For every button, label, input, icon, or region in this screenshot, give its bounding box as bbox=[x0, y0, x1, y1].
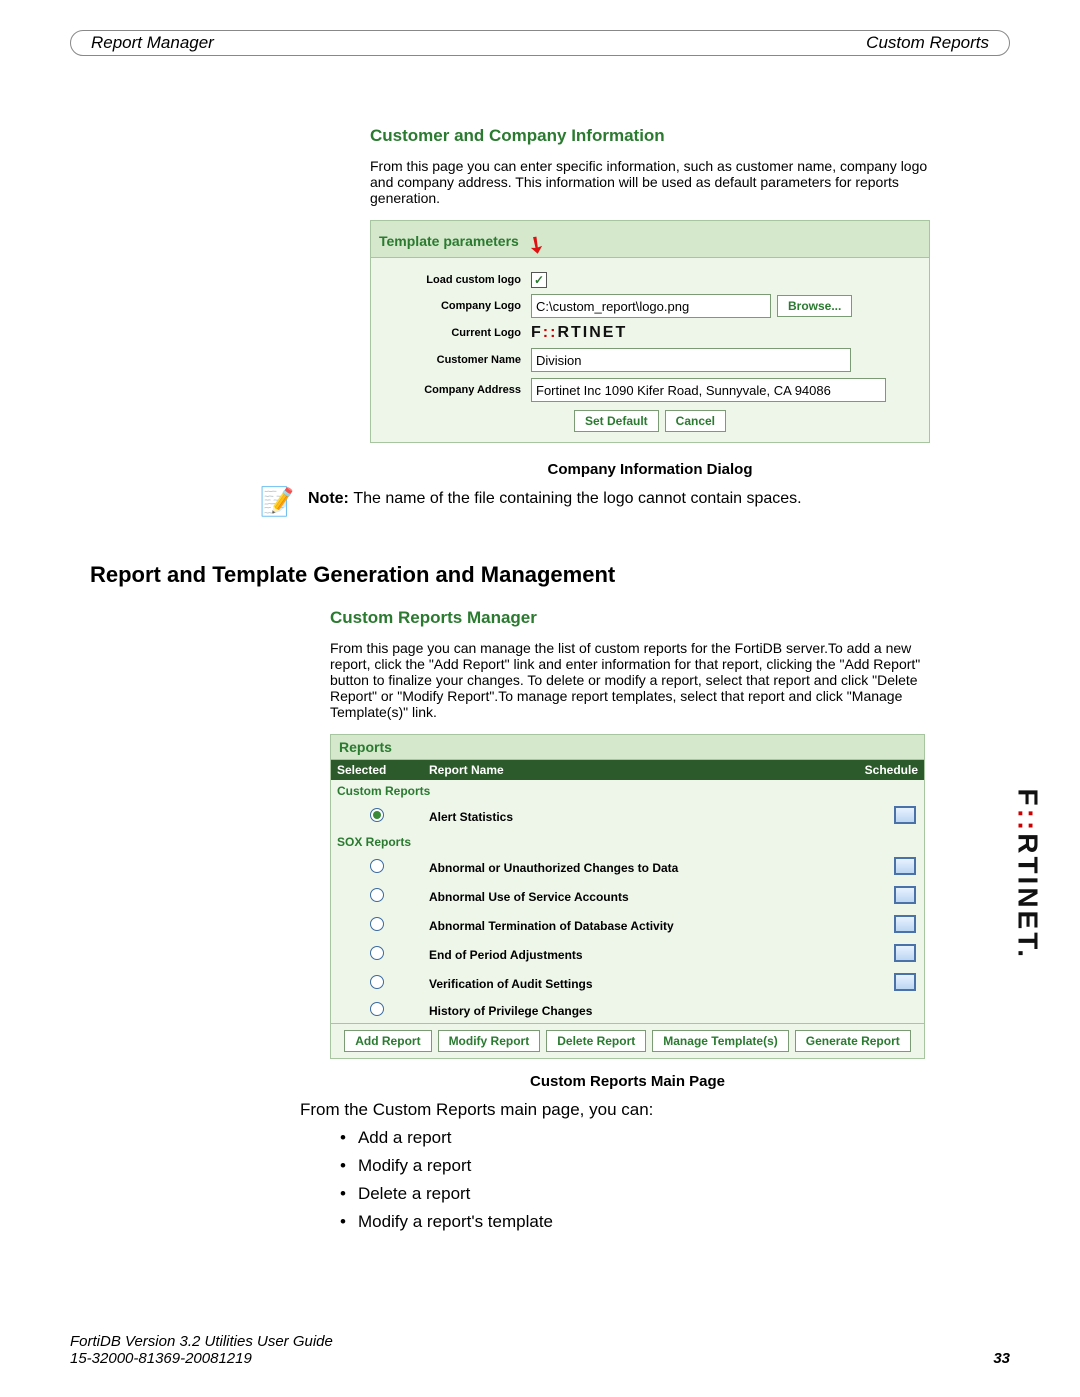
lead-text: From the Custom Reports main page, you c… bbox=[300, 1100, 1020, 1120]
company-info-panel: Customer and Company Information From th… bbox=[370, 126, 930, 478]
table-header-row: Selected Report Name Schedule bbox=[331, 760, 924, 780]
reports-box: Reports Selected Report Name Schedule Cu… bbox=[330, 734, 925, 1059]
reports-table: Selected Report Name Schedule Custom Rep… bbox=[331, 760, 924, 1023]
schedule-icon[interactable] bbox=[894, 915, 916, 933]
report-name-cell: Alert Statistics bbox=[423, 802, 840, 831]
report-name-cell: End of Period Adjustments bbox=[423, 940, 840, 969]
footer-line1: FortiDB Version 3.2 Utilities User Guide bbox=[70, 1333, 1010, 1350]
table-row: End of Period Adjustments bbox=[331, 940, 924, 969]
schedule-icon[interactable] bbox=[894, 886, 916, 904]
note-icon: 📝 bbox=[260, 484, 294, 518]
bullet-list: Add a report Modify a report Delete a re… bbox=[320, 1128, 1020, 1232]
delete-report-button[interactable]: Delete Report bbox=[546, 1030, 646, 1052]
report-name-cell: History of Privilege Changes bbox=[423, 998, 840, 1023]
table-row: Alert Statistics bbox=[331, 802, 924, 831]
table-row: History of Privilege Changes bbox=[331, 998, 924, 1023]
note-row: 📝 Note: The name of the file containing … bbox=[260, 490, 950, 518]
col-report-name: Report Name bbox=[423, 760, 840, 780]
report-name-cell: Abnormal Use of Service Accounts bbox=[423, 882, 840, 911]
company-info-title: Customer and Company Information bbox=[370, 126, 930, 146]
header-left: Report Manager bbox=[91, 33, 214, 53]
company-logo-input[interactable] bbox=[531, 294, 771, 318]
group-sox-reports: SOX Reports bbox=[331, 831, 924, 853]
footer-line2: 15-32000-81369-20081219 bbox=[70, 1350, 1010, 1367]
modify-report-button[interactable]: Modify Report bbox=[438, 1030, 541, 1052]
schedule-icon[interactable] bbox=[894, 806, 916, 824]
reports-box-header: Reports bbox=[331, 735, 924, 760]
report-radio[interactable] bbox=[370, 808, 384, 822]
report-name-cell: Verification of Audit Settings bbox=[423, 969, 840, 998]
custom-reports-title: Custom Reports Manager bbox=[330, 608, 925, 628]
page-header: Report Manager Custom Reports bbox=[70, 30, 1010, 56]
load-logo-checkbox[interactable]: ✓ bbox=[531, 272, 547, 288]
company-logo-label: Company Logo bbox=[381, 300, 531, 312]
page-footer: FortiDB Version 3.2 Utilities User Guide… bbox=[70, 1333, 1010, 1367]
custom-reports-panel: Custom Reports Manager From this page yo… bbox=[330, 608, 925, 1090]
group-custom-reports: Custom Reports bbox=[331, 780, 924, 802]
fortinet-logo-icon: F::RTINET bbox=[531, 324, 627, 342]
col-selected: Selected bbox=[331, 760, 423, 780]
report-radio[interactable] bbox=[370, 975, 384, 989]
col-schedule: Schedule bbox=[840, 760, 924, 780]
cancel-button[interactable]: Cancel bbox=[665, 410, 726, 432]
company-address-input[interactable] bbox=[531, 378, 886, 402]
generate-report-button[interactable]: Generate Report bbox=[795, 1030, 911, 1052]
callout-arrow-icon: ➘ bbox=[521, 229, 551, 261]
report-radio[interactable] bbox=[370, 1002, 384, 1016]
load-logo-label: Load custom logo bbox=[381, 274, 531, 286]
current-logo-label: Current Logo bbox=[381, 327, 531, 339]
schedule-icon[interactable] bbox=[894, 944, 916, 962]
fortinet-side-logo: F::RTINET. bbox=[1012, 788, 1044, 960]
set-default-button[interactable]: Set Default bbox=[574, 410, 659, 432]
page-number: 33 bbox=[993, 1350, 1010, 1367]
add-report-button[interactable]: Add Report bbox=[344, 1030, 431, 1052]
report-radio[interactable] bbox=[370, 859, 384, 873]
schedule-icon[interactable] bbox=[894, 973, 916, 991]
company-address-label: Company Address bbox=[381, 384, 531, 396]
report-name-cell: Abnormal Termination of Database Activit… bbox=[423, 911, 840, 940]
customer-name-input[interactable] bbox=[531, 348, 851, 372]
note-text: Note: The name of the file containing th… bbox=[308, 490, 802, 508]
list-item: Modify a report bbox=[340, 1156, 1020, 1176]
template-parameters-box: Template parameters ➘ Load custom logo ✓… bbox=[370, 220, 930, 443]
list-item: Add a report bbox=[340, 1128, 1020, 1148]
custom-reports-caption: Custom Reports Main Page bbox=[330, 1073, 925, 1090]
report-name-cell: Abnormal or Unauthorized Changes to Data bbox=[423, 853, 840, 882]
table-row: Abnormal Termination of Database Activit… bbox=[331, 911, 924, 940]
list-item: Delete a report bbox=[340, 1184, 1020, 1204]
report-radio[interactable] bbox=[370, 946, 384, 960]
customer-name-label: Customer Name bbox=[381, 354, 531, 366]
browse-button[interactable]: Browse... bbox=[777, 295, 852, 317]
section-heading: Report and Template Generation and Manag… bbox=[90, 562, 1020, 588]
template-parameters-header: Template parameters ➘ bbox=[371, 221, 929, 258]
header-right: Custom Reports bbox=[866, 33, 989, 53]
company-dialog-caption: Company Information Dialog bbox=[370, 461, 930, 478]
schedule-icon[interactable] bbox=[894, 857, 916, 875]
list-item: Modify a report's template bbox=[340, 1212, 1020, 1232]
report-radio[interactable] bbox=[370, 917, 384, 931]
table-row: Abnormal Use of Service Accounts bbox=[331, 882, 924, 911]
table-row: Verification of Audit Settings bbox=[331, 969, 924, 998]
company-info-intro: From this page you can enter specific in… bbox=[370, 158, 930, 206]
manage-templates-button[interactable]: Manage Template(s) bbox=[652, 1030, 788, 1052]
reports-footer: Add Report Modify Report Delete Report M… bbox=[331, 1023, 924, 1058]
report-radio[interactable] bbox=[370, 888, 384, 902]
table-row: Abnormal or Unauthorized Changes to Data bbox=[331, 853, 924, 882]
custom-reports-intro: From this page you can manage the list o… bbox=[330, 640, 925, 720]
